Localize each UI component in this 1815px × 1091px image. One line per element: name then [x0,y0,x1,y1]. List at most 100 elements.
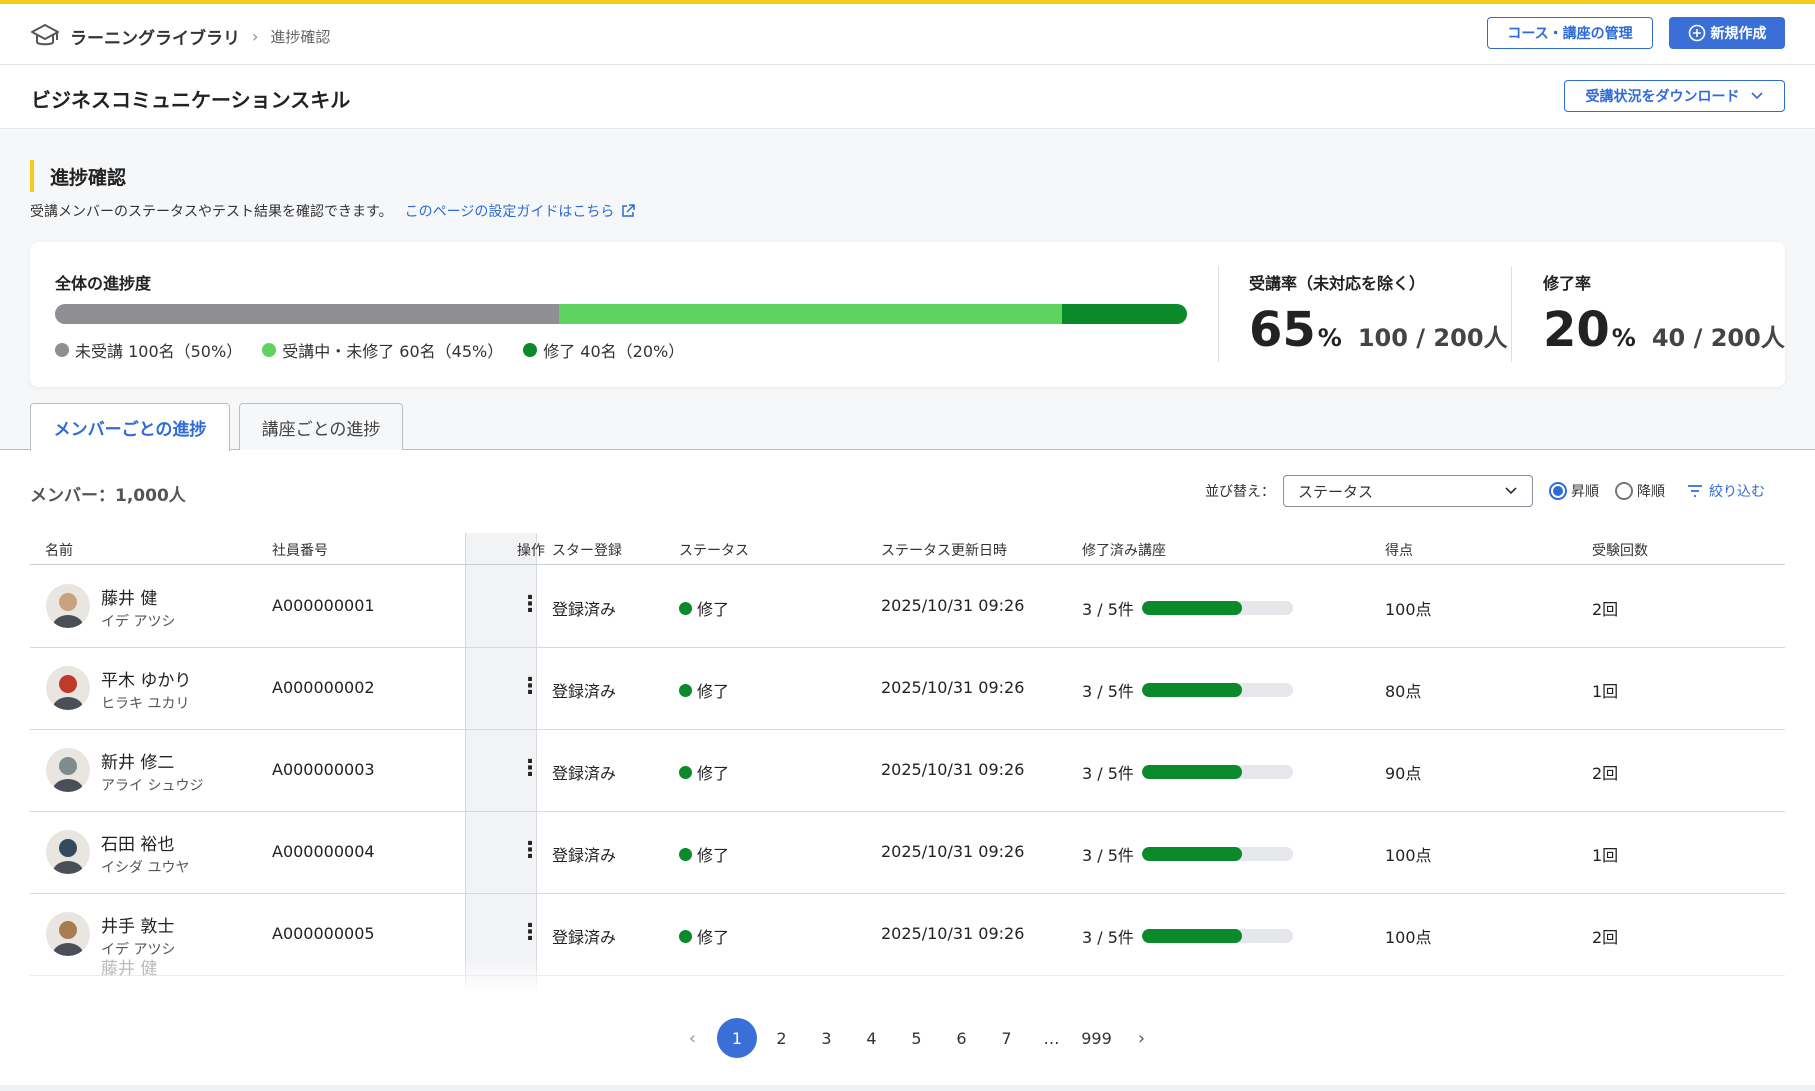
prev-page-icon[interactable]: ‹ [670,1018,715,1058]
section-marker [30,160,34,192]
progress-segment [55,304,559,324]
page-button[interactable]: 1 [717,1018,757,1058]
download-status-label: 受講状況をダウンロード [1585,89,1740,105]
status-label: 修了 [697,600,730,619]
tab-member-progress[interactable]: メンバーごとの進捗 [30,403,230,451]
completed-courses-count: 3 / 5件 [1082,682,1134,701]
completed-courses: 3 / 5件 [1082,678,1293,702]
avatar [46,830,90,874]
status-label: 修了 [697,682,730,701]
score: 100点 [1385,846,1432,865]
status-dot [679,683,692,697]
download-status-button[interactable]: 受講状況をダウンロード [1564,80,1785,112]
table-header: 名前 社員番号 操作 スター登録 ステータス ステータス更新日時 修了済み講座 … [30,533,1785,565]
column-header-name[interactable]: 名前 [45,540,73,560]
sort-select[interactable]: ステータス [1283,475,1533,507]
completed-courses: 3 / 5件 [1082,924,1293,948]
app-title[interactable]: ラーニングライブラリ [70,24,240,49]
page-ellipsis: … [1043,1028,1060,1048]
asc-radio[interactable] [1549,482,1567,500]
status-label: 修了 [697,764,730,783]
legend-dot [523,343,538,357]
legend-dot [262,343,277,357]
status-badge: 修了 [679,760,729,784]
completed-courses-count: 3 / 5件 [1082,764,1134,783]
member-name-kana: イデ アツシ [101,614,176,630]
column-header-completed-courses[interactable]: 修了済み講座 [1082,540,1166,560]
member-name[interactable]: 平木 ゆかり [101,666,191,691]
column-header-score[interactable]: 得点 [1385,540,1413,560]
table-row[interactable]: 藤井 健 イデ アツシ A000000001 ⋮ 登録済み 修了 2025/10… [30,566,1785,648]
column-header-updated[interactable]: ステータス更新日時 [881,540,1007,560]
score: 100点 [1385,600,1432,619]
legend-label: 未受講 100名（50%） [75,342,243,361]
next-page-icon[interactable]: › [1119,1018,1164,1058]
legend-dot [55,343,69,357]
avatar [46,584,90,628]
guide-link[interactable]: このページの設定ガイドはこちら [405,201,637,221]
status-dot [679,601,692,615]
status-badge: 修了 [679,924,729,948]
course-progress-bar [1141,847,1293,861]
page-button[interactable]: 6 [939,1018,984,1058]
legend-completed: 修了 40名（20%） [523,338,684,362]
column-header-star[interactable]: スター登録 [552,540,622,560]
filter-button[interactable]: 絞り込む [1687,481,1765,501]
page-button[interactable]: 2 [759,1018,804,1058]
course-progress-bar [1141,765,1293,779]
section-title: 進捗確認 [50,166,127,189]
attempts: 1回 [1592,846,1619,865]
member-name-kana: イシダ ユウヤ [101,860,190,876]
attempts: 2回 [1592,928,1619,947]
page-button[interactable]: 3 [804,1018,849,1058]
employee-id: A000000002 [272,678,375,697]
filter-icon [1688,485,1702,497]
member-name[interactable]: 藤井 健 [101,584,157,609]
status-badge: 修了 [679,596,729,620]
manage-courses-button[interactable]: コース・講座の管理 [1487,17,1653,49]
employee-id: A000000005 [272,924,375,943]
new-create-button[interactable]: 新規作成 [1669,17,1785,49]
course-progress-bar [1141,929,1293,943]
member-name[interactable]: 井手 敦士 [101,912,174,937]
course-progress-fill [1141,765,1242,779]
footer-strip [0,1085,1815,1091]
page-button[interactable]: 4 [849,1018,894,1058]
desc-label[interactable]: 降順 [1637,481,1665,501]
partial-row: 藤井 健 [0,958,1815,1003]
asc-label[interactable]: 昇順 [1571,481,1599,501]
attendance-rate-unit: % [1317,324,1342,352]
page-button[interactable]: 7 [984,1018,1029,1058]
member-name[interactable]: 新井 修二 [101,748,174,773]
table-row[interactable]: 石田 裕也 イシダ ユウヤ A000000004 ⋮ 登録済み 修了 2025/… [30,812,1785,894]
attempts: 2回 [1592,600,1619,619]
external-link-icon [622,204,636,217]
section-header: 進捗確認 [30,160,126,192]
avatar [46,666,90,710]
completion-rate-label: 修了率 [1543,274,1592,293]
star-status: 登録済み [552,600,617,619]
table-row[interactable]: 新井 修二 アライ シュウジ A000000003 ⋮ 登録済み 修了 2025… [30,730,1785,812]
column-header-status[interactable]: ステータス [679,540,749,560]
legend-label: 修了 40名（20%） [543,342,685,361]
desc-radio[interactable] [1615,482,1633,500]
star-status: 登録済み [552,928,617,947]
page-button[interactable]: 5 [894,1018,939,1058]
avatar-photo [46,584,90,628]
table-row[interactable]: 平木 ゆかり ヒラキ ユカリ A000000002 ⋮ 登録済み 修了 2025… [30,648,1785,730]
progress-legend: 未受講 100名（50%） 受講中・未修了 60名（45%） 修了 40名（20… [55,338,704,362]
tab-course-progress[interactable]: 講座ごとの進捗 [239,403,403,450]
column-header-employee-id[interactable]: 社員番号 [272,540,328,560]
star-status: 登録済み [552,682,617,701]
attendance-rate-label: 受講率（未対応を除く） [1249,274,1426,293]
member-name-kana: ヒラキ ユカリ [101,696,190,712]
column-header-attempts[interactable]: 受験回数 [1592,540,1648,560]
progress-summary-card: 全体の進捗度 未受講 100名（50%） 受講中・未修了 60名（45%） 修了… [30,242,1785,387]
progress-segment [1062,304,1187,324]
pagination: ‹ 1 2 3 4 5 6 7 … 999 › [670,1018,1164,1058]
completion-rate-fraction: 40 / 200人 [1651,324,1785,352]
status-updated: 2025/10/31 09:26 [881,924,1025,943]
page-button[interactable]: 999 [1074,1018,1119,1058]
member-name[interactable]: 石田 裕也 [101,830,174,855]
star-status: 登録済み [552,846,617,865]
